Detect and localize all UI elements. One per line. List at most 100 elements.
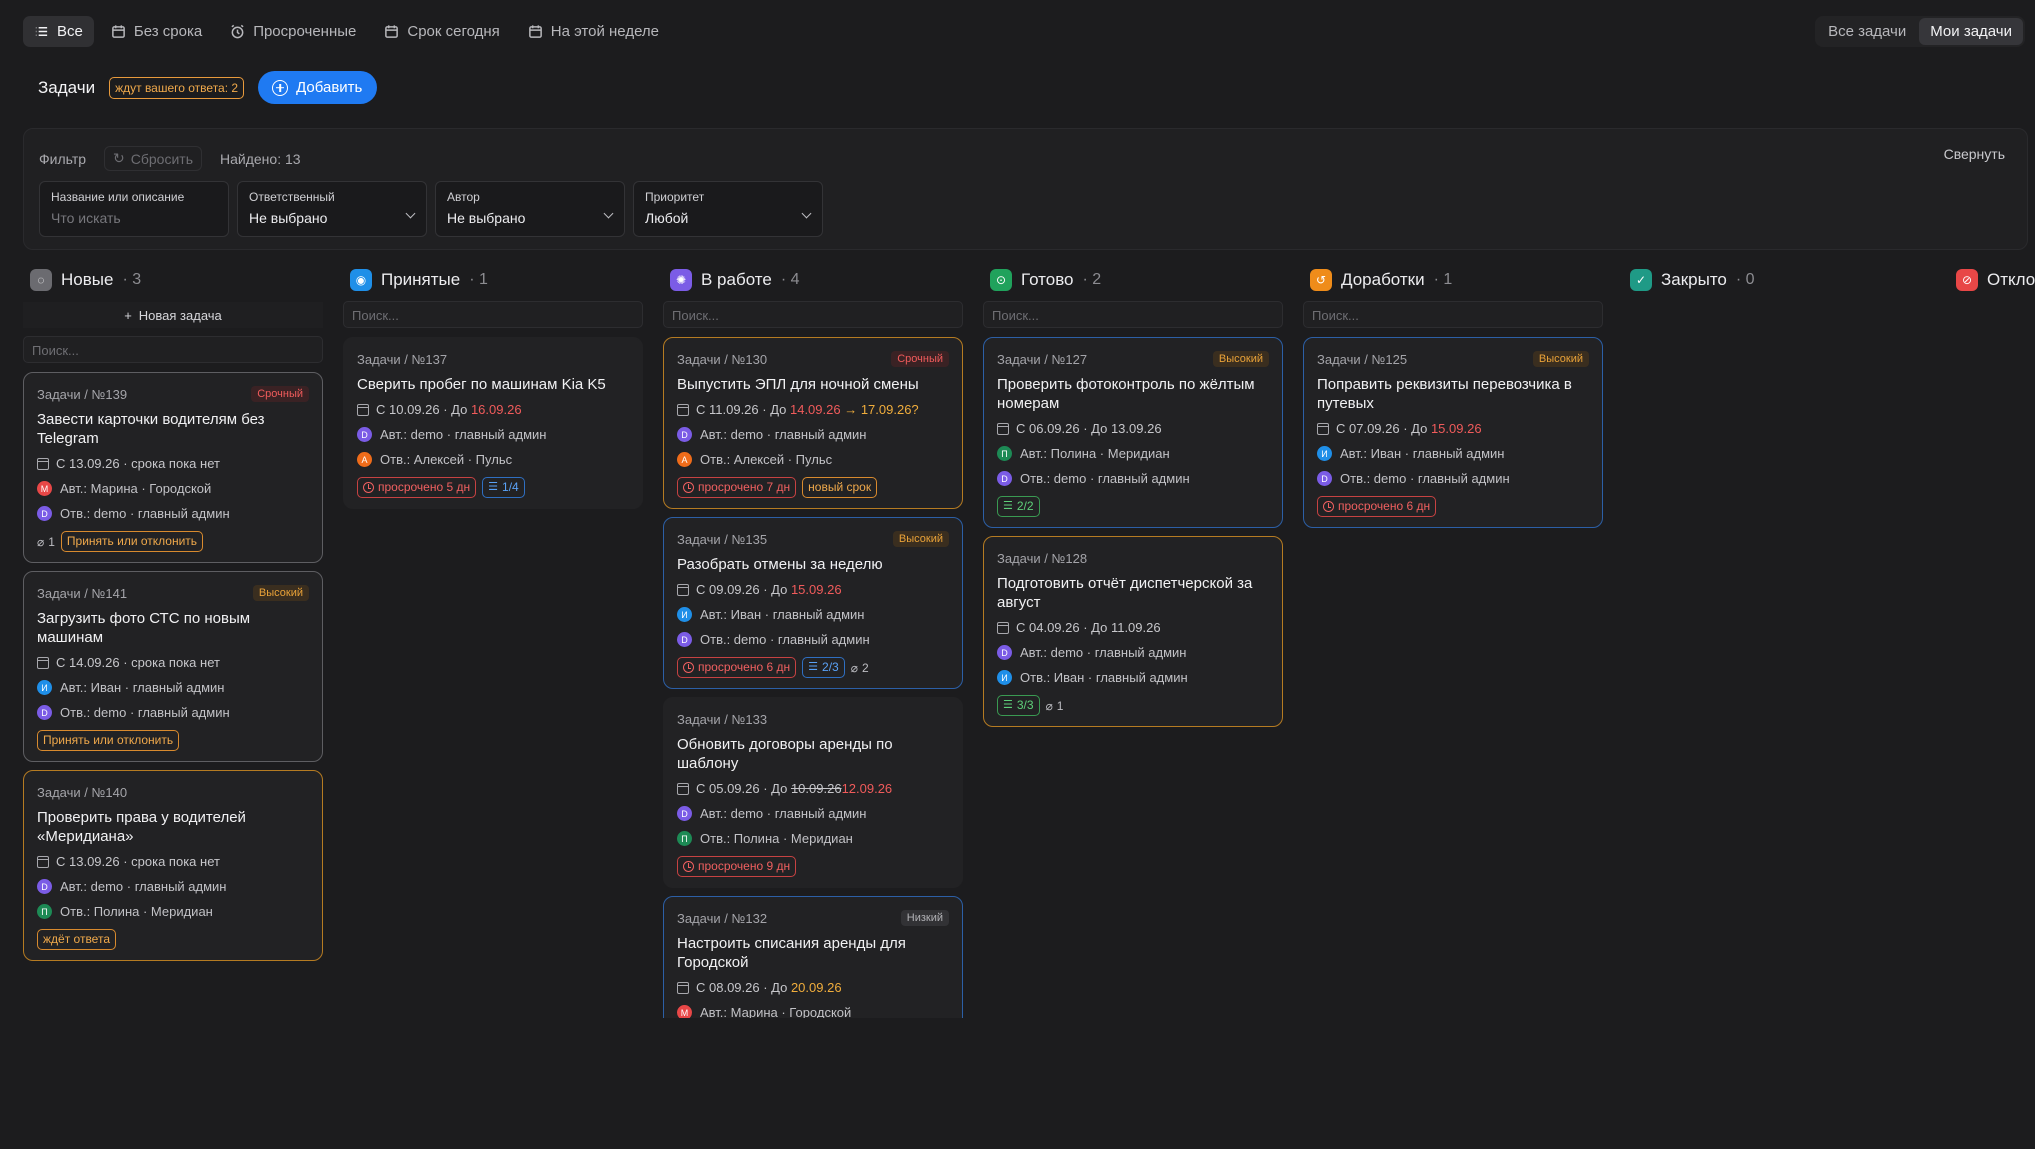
column-search-input[interactable]: Поиск...	[343, 301, 643, 328]
task-title: Разобрать отмены за неделю	[677, 556, 883, 573]
scope-toggle: Все задачи Мои задачи	[1815, 16, 2025, 47]
rejected-icon: ⊘	[1956, 269, 1978, 291]
avatar: И	[1317, 446, 1332, 461]
task-assignee: Отв.: demo · главный админ	[60, 506, 230, 521]
checklist-icon: ☰	[1003, 699, 1013, 711]
avatar: А	[677, 452, 692, 467]
attachment-count: ⌀ 1	[1045, 698, 1064, 713]
column-search-input[interactable]: Поиск...	[663, 301, 963, 328]
priority-badge: Высокий	[892, 531, 949, 547]
task-card[interactable]: Задачи / №130 Срочный Выпустить ЭПЛ для н…	[663, 337, 963, 509]
task-path: Задачи / №139	[37, 386, 128, 402]
task-author: Авт.: demo · главный админ	[1020, 645, 1187, 660]
task-card[interactable]: Задачи / №139 Срочный Завести карточки во…	[23, 372, 323, 563]
task-title: Обновить договоры аренды по шаблону	[677, 736, 893, 772]
calendar-icon	[528, 25, 542, 38]
task-card[interactable]: Задачи / №135 Высокий Разобрать отмены за…	[663, 517, 963, 689]
task-path: Задачи / №128	[997, 550, 1088, 566]
tab-this-week[interactable]: На этой неделе	[517, 16, 670, 47]
avatar: И	[37, 680, 52, 695]
paperclip-icon: ⌀	[1045, 698, 1053, 713]
assignee-select[interactable]: Ответственный Не выбрано	[237, 181, 427, 237]
task-title: Сверить пробег по машинам Kia K5	[357, 376, 606, 393]
task-path: Задачи / №127	[997, 351, 1088, 367]
task-assignee: Отв.: demo · главный админ	[1340, 471, 1510, 486]
task-path: Задачи / №130	[677, 351, 768, 367]
task-author: Авт.: demo · главный админ	[700, 806, 867, 821]
avatar: П	[997, 446, 1012, 461]
in-progress-icon: ✺	[670, 269, 692, 291]
tab-no-deadline[interactable]: Без срока	[100, 16, 213, 47]
calendar-icon	[385, 25, 399, 38]
task-card[interactable]: Задачи / №128 Подготовить отчёт диспетче…	[983, 536, 1283, 727]
calendar-icon	[997, 422, 1009, 435]
overdue-badge: просрочено 9 дн	[677, 856, 797, 877]
task-card[interactable]: Задачи / №133 Обновить договоры аренды п…	[663, 697, 963, 888]
new-task-button[interactable]: + Новая задача	[23, 302, 323, 328]
avatar: D	[997, 471, 1012, 486]
task-path: Задачи / №132	[677, 910, 768, 926]
collapse-filter-button[interactable]: Свернуть	[1944, 146, 2005, 162]
task-path: Задачи / №135	[677, 531, 768, 547]
calendar-icon	[677, 782, 689, 795]
search-input[interactable]: Что искать	[51, 210, 217, 226]
my-tasks-button[interactable]: Мои задачи	[1919, 18, 2023, 45]
avatar: М	[677, 1005, 692, 1018]
task-title: Загрузить фото СТС по новым машинам	[37, 610, 251, 646]
title-row: Задачи ждут вашего ответа: 2 Добавить	[38, 71, 378, 104]
tab-overdue[interactable]: Просроченные	[219, 16, 367, 47]
column-search-input[interactable]: Поиск...	[1303, 301, 1603, 328]
new-icon: ◌	[30, 269, 52, 291]
task-card[interactable]: Задачи / №132 Низкий Настроить списания а…	[663, 896, 963, 1018]
avatar: П	[677, 831, 692, 846]
calendar-icon	[1317, 422, 1329, 435]
task-dates: С 09.09.26 · До 15.09.26	[696, 582, 842, 597]
task-card[interactable]: Задачи / №127 Высокий Проверить фотоконтр…	[983, 337, 1283, 528]
task-card[interactable]: Задачи / №125 Высокий Поправить реквизиты…	[1303, 337, 1603, 528]
task-card[interactable]: Задачи / №141 Высокий Загрузить фото СТС …	[23, 571, 323, 762]
tab-due-today[interactable]: Срок сегодня	[373, 16, 510, 47]
task-path: Задачи / №125	[1317, 351, 1408, 367]
clock-icon	[683, 861, 694, 872]
calendar-icon	[37, 656, 49, 669]
checklist-badge: ☰ 2/3	[802, 657, 845, 678]
task-assignee: Отв.: Полина · Меридиан	[60, 904, 213, 919]
checklist-badge: ☰ 1/4	[482, 477, 525, 498]
priority-badge: Высокий	[1532, 351, 1589, 367]
accept-reject-button[interactable]: Принять или отклонить	[60, 531, 204, 552]
calendar-icon	[37, 457, 49, 470]
avatar: И	[997, 670, 1012, 685]
accept-reject-button[interactable]: Принять или отклонить	[37, 730, 180, 751]
calendar-icon	[111, 25, 125, 38]
top-bar: Все Без срока Просроченные Срок сегодня …	[23, 16, 2025, 48]
task-dates: С 10.09.26 · До 16.09.26	[376, 402, 522, 417]
task-card[interactable]: Задачи / №140 Проверить права у водителе…	[23, 770, 323, 961]
task-title: Завести карточки водителям без Telegram	[37, 411, 265, 447]
all-tasks-button[interactable]: Все задачи	[1817, 18, 1917, 45]
search-field[interactable]: Название или описание Что искать	[39, 181, 229, 237]
task-dates: С 13.09.26 · срока пока нет	[56, 854, 220, 869]
task-dates: С 07.09.26 · До 15.09.26	[1336, 421, 1482, 436]
task-dates: С 08.09.26 · До 20.09.26	[696, 980, 842, 995]
avatar: D	[1317, 471, 1332, 486]
calendar-icon	[37, 855, 49, 868]
author-select[interactable]: Автор Не выбрано	[435, 181, 625, 237]
avatar: А	[357, 452, 372, 467]
task-assignee: Отв.: demo · главный админ	[1020, 471, 1190, 486]
task-card[interactable]: Задачи / №137 Сверить пробег по машинам …	[343, 337, 643, 509]
task-path: Задачи / №133	[677, 711, 768, 727]
column-search-input[interactable]: Поиск...	[983, 301, 1283, 328]
paperclip-icon: ⌀	[850, 660, 858, 675]
avatar: И	[677, 607, 692, 622]
add-task-button[interactable]: Добавить	[258, 71, 378, 104]
new-deadline-badge[interactable]: новый срок	[802, 477, 878, 498]
priority-select[interactable]: Приоритет Любой	[633, 181, 823, 237]
column-search-input[interactable]: Поиск...	[23, 336, 323, 363]
overdue-badge: просрочено 6 дн	[1317, 496, 1437, 517]
reset-filter-button[interactable]: ↻ Сбросить	[104, 146, 202, 171]
filter-panel: Фильтр ↻ Сбросить Найдено: 13 Свернуть Н…	[23, 128, 2028, 250]
column-closed: ✓ Закрыто · 0	[1623, 268, 1923, 292]
awaiting-badge[interactable]: ждут вашего ответа: 2	[109, 76, 245, 99]
avatar: М	[37, 481, 52, 496]
tab-all[interactable]: Все	[23, 16, 94, 47]
